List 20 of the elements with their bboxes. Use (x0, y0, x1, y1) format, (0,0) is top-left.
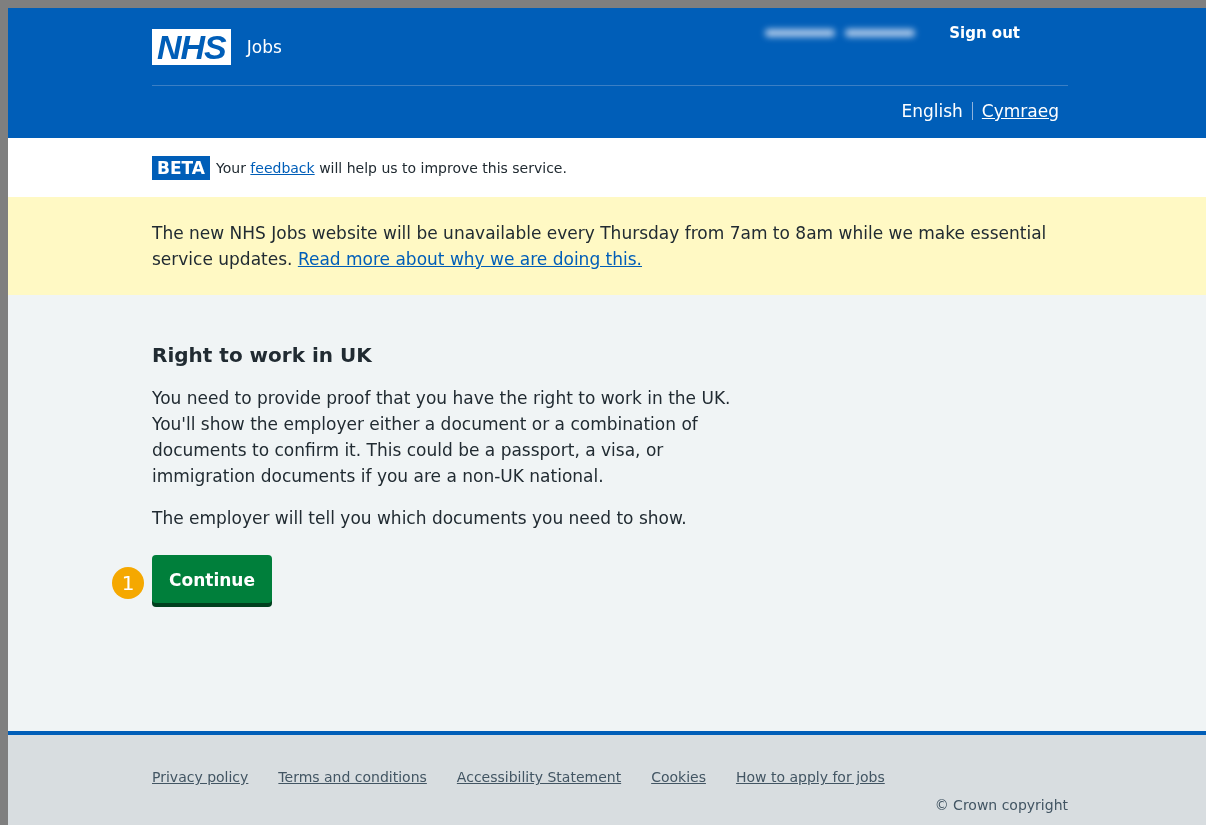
language-link[interactable]: Cymraeg (972, 101, 1068, 121)
body-paragraph: The employer will tell you which documents you need to show. (152, 507, 688, 530)
footer-link[interactable]: Cookies (651, 769, 706, 785)
feedback-link[interactable]: feedback (250, 159, 315, 176)
language-link[interactable]: English (892, 101, 972, 121)
footer-link[interactable]: How to apply for jobs (735, 769, 885, 785)
footer-link[interactable]: Terms and conditions (278, 769, 427, 785)
copyright-text: © Crown copyright (933, 797, 1068, 813)
page-heading: Right to work in UK (152, 343, 373, 367)
footer-link[interactable]: Accessibility Statement (456, 769, 622, 785)
footer-link[interactable]: Privacy policy (152, 769, 249, 785)
body-paragraph: You need to provide proof that you have the right to work in the UK. You'll show the employer either a document or a combination of documents to confirm it. This could be a passport, a visa, or immigration documents if you are a non-UK national. (152, 387, 732, 488)
service-notice: The new NHS Jobs website will be unavailable every Thursday from 7am to 8am while we make essential service updates. Read more about why we are doing this. (152, 222, 1048, 271)
service-name: Jobs (246, 36, 282, 57)
nhs-logo[interactable]: NHS (152, 28, 231, 65)
callout-badge: 1 (112, 567, 144, 599)
sign-out-link[interactable]: Sign out (949, 23, 1020, 42)
beta-tag: BETA (152, 155, 210, 180)
read-more-link[interactable]: Read more about why we are doing this. (297, 249, 642, 269)
feedback-text: Your feedback will help us to improve this service. (216, 159, 567, 176)
